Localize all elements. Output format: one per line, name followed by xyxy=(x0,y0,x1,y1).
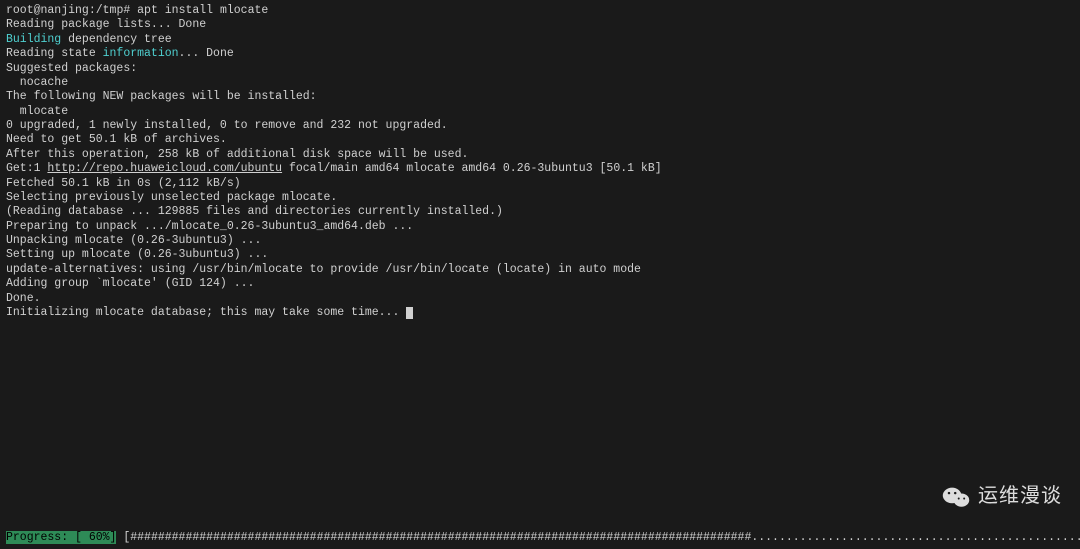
output-line: Fetched 50.1 kB in 0s (2,112 kB/s) xyxy=(6,177,1074,191)
output-line: mlocate xyxy=(6,105,1074,119)
progress-label: Progress: xyxy=(6,531,68,544)
progress-bar: Progress: [ 60%] [######################… xyxy=(0,531,1080,545)
watermark: 运维漫谈 xyxy=(942,484,1062,509)
output-line: Building dependency tree xyxy=(6,33,1074,47)
output-line: Unpacking mlocate (0.26-3ubuntu3) ... xyxy=(6,234,1074,248)
output-line: Setting up mlocate (0.26-3ubuntu3) ... xyxy=(6,248,1074,262)
output-line: update-alternatives: using /usr/bin/mloc… xyxy=(6,263,1074,277)
cursor-icon xyxy=(406,307,413,319)
output-line: Selecting previously unselected package … xyxy=(6,191,1074,205)
prompt-line: root@nanjing:/tmp# apt install mlocate xyxy=(6,4,1074,18)
output-line: Initializing mlocate database; this may … xyxy=(6,306,1074,320)
terminal-output[interactable]: root@nanjing:/tmp# apt install mlocate R… xyxy=(0,0,1080,324)
output-line: Done. xyxy=(6,292,1074,306)
watermark-text: 运维漫谈 xyxy=(978,484,1062,509)
building-word: Building xyxy=(6,33,61,46)
wechat-icon xyxy=(942,485,970,509)
output-line: Adding group `mlocate' (GID 124) ... xyxy=(6,277,1074,291)
prompt-cwd: /tmp xyxy=(96,4,124,17)
output-line: Get:1 http://repo.huaweicloud.com/ubuntu… xyxy=(6,162,1074,176)
output-line: Need to get 50.1 kB of archives. xyxy=(6,133,1074,147)
output-line: (Reading database ... 129885 files and d… xyxy=(6,205,1074,219)
output-line: After this operation, 258 kB of addition… xyxy=(6,148,1074,162)
output-line: 0 upgraded, 1 newly installed, 0 to remo… xyxy=(6,119,1074,133)
output-line: nocache xyxy=(6,76,1074,90)
output-line: Reading package lists... Done xyxy=(6,18,1074,32)
progress-track: [#######################################… xyxy=(116,531,1080,544)
information-word: information xyxy=(103,47,179,60)
output-line: The following NEW packages will be insta… xyxy=(6,90,1074,104)
prompt-userhost: root@nanjing xyxy=(6,4,89,17)
output-line: Suggested packages: xyxy=(6,62,1074,76)
output-line: Preparing to unpack .../mlocate_0.26-3ub… xyxy=(6,220,1074,234)
output-line: Reading state information... Done xyxy=(6,47,1074,61)
command-text: apt install mlocate xyxy=(137,4,268,17)
progress-percent: [ 60%] xyxy=(68,531,116,544)
repo-url: http://repo.huaweicloud.com/ubuntu xyxy=(47,162,282,175)
prompt-sep: # xyxy=(123,4,130,17)
